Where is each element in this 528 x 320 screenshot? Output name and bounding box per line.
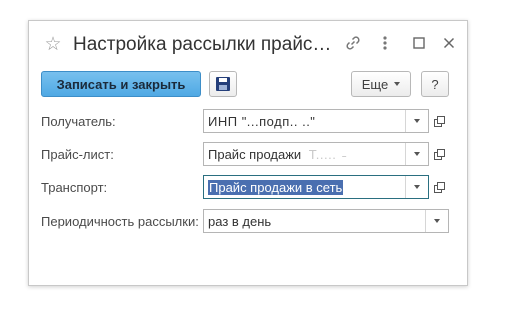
pricelist-open-button[interactable] [429, 142, 449, 166]
vertical-dots-icon[interactable] [375, 35, 395, 55]
pricelist-dropdown-button[interactable] [405, 143, 428, 165]
transport-open-button[interactable] [429, 175, 449, 199]
periodicity-dropdown-button[interactable] [425, 210, 448, 232]
chevron-down-icon [414, 119, 420, 123]
help-button[interactable]: ? [421, 71, 449, 97]
save-and-close-button[interactable]: Записать и закрыть [41, 71, 201, 97]
save-button[interactable] [209, 71, 237, 97]
pricelist-value-wrap: Прайс продажи Т..... ˗ [208, 147, 347, 162]
settings-window: ☆ Настройка рассылки прайс… Записать и з… [28, 20, 468, 286]
recipient-label: Получатель: [41, 114, 116, 129]
pricelist-field[interactable]: Прайс продажи Т..... ˗ [203, 142, 429, 166]
pricelist-value-tail2: ˗ [341, 147, 347, 162]
recipient-dropdown-button[interactable] [405, 110, 428, 132]
chevron-down-icon [434, 219, 440, 223]
chevron-down-icon [394, 82, 401, 86]
close-glyph [443, 37, 455, 49]
recipient-field[interactable]: ИНП "...подп.. .." [203, 109, 429, 133]
maximize-icon[interactable] [409, 35, 429, 55]
maximize-glyph [413, 37, 425, 49]
chevron-down-icon [414, 152, 420, 156]
close-icon[interactable] [439, 35, 459, 55]
open-window-icon [434, 149, 445, 160]
favorite-star-icon[interactable]: ☆ [43, 35, 63, 55]
floppy-disk-icon [216, 77, 230, 91]
recipient-open-button[interactable] [429, 109, 449, 133]
more-label: Еще [361, 76, 389, 92]
chevron-down-icon [414, 185, 420, 189]
pricelist-label: Прайс-лист: [41, 147, 114, 162]
pricelist-value-tail: Т..... [308, 147, 337, 162]
transport-value-wrap: Прайс продажи в сеть [208, 180, 344, 195]
transport-row: Транспорт: Прайс продажи в сеть [29, 175, 467, 201]
command-bar: Записать и закрыть Еще ? [29, 71, 467, 101]
periodicity-row: Периодичность рассылки: раз в день [29, 209, 467, 235]
link-icon[interactable] [343, 35, 363, 55]
dots-glyph [383, 36, 387, 50]
recipient-row: Получатель: ИНП "...подп.. .." [29, 109, 467, 135]
pricelist-value: Прайс продажи [208, 147, 302, 162]
transport-dropdown-button[interactable] [405, 176, 428, 198]
more-menu-button[interactable]: Еще [351, 71, 411, 97]
window-title: Настройка рассылки прайс… [73, 34, 332, 55]
link-glyph [346, 36, 360, 50]
pricelist-row: Прайс-лист: Прайс продажи Т..... ˗ [29, 142, 467, 168]
periodicity-value: раз в день [208, 214, 272, 229]
periodicity-label: Периодичность рассылки: [41, 214, 199, 229]
transport-label: Транспорт: [41, 180, 108, 195]
transport-field[interactable]: Прайс продажи в сеть [203, 175, 429, 199]
title-bar: ☆ Настройка рассылки прайс… [29, 21, 467, 71]
recipient-value: ИНП "...подп.. .." [208, 114, 316, 129]
periodicity-select[interactable]: раз в день [203, 209, 449, 233]
transport-value: Прайс продажи в сеть [208, 180, 344, 195]
open-window-icon [434, 182, 445, 193]
open-window-icon [434, 116, 445, 127]
